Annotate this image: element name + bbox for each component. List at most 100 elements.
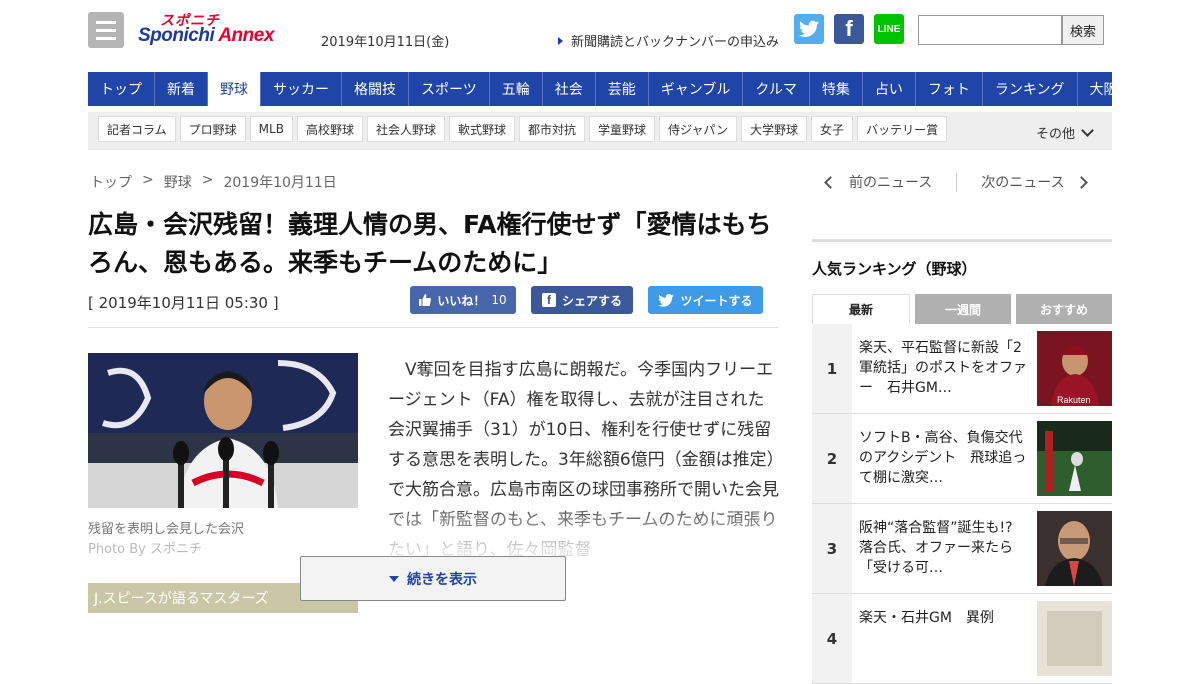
subnav-item[interactable]: プロ野球 [179,116,246,142]
ranking-thumbnail[interactable] [1037,511,1112,586]
ranking-thumbnail[interactable]: Rakuten [1037,331,1112,406]
tweet-button[interactable]: ツイートする [648,286,763,314]
ranking-tab[interactable]: おすすめ [1016,294,1112,324]
like-count: 10 [491,293,507,307]
ranking-tab[interactable]: 一週間 [915,294,1011,324]
ranking-number: 3 [812,504,852,593]
chevron-left-icon [824,175,837,189]
facebook-icon: f [541,293,556,307]
ranking-number: 1 [812,324,852,413]
photo-caption: 残留を表明し会見した会沢 [88,522,245,537]
share-label: シェアする [561,293,622,308]
nav-tab[interactable]: クルマ [743,72,810,106]
sub-nav: 記者コラム プロ野球 MLB 高校野球 社会人野球 軟式野球 都市対抗 学童野球 侍ジャパン 大学… [88,112,1112,150]
subnav-item[interactable]: 学童野球 [589,116,656,142]
facebook-share-button[interactable]: f シェアする [531,286,633,314]
nav-tab[interactable]: サッカー [261,72,342,106]
line-icon[interactable]: LINE [874,14,904,44]
subnav-more-button[interactable]: その他 [1036,123,1094,142]
ranking-list: 1 楽天、平石監督に新設「2軍統括」のポストをオファー 石井GM… Rakuten 2… [812,324,1112,684]
ranking-headline[interactable]: 楽天・石井GM 異例 [852,594,1030,683]
sidebar-divider [812,239,1112,242]
search-input[interactable] [918,15,1062,45]
breadcrumb-sep: > [142,172,154,188]
nav-tab[interactable]: スポーツ [409,72,490,106]
subnav-item[interactable]: 女子 [811,116,854,142]
breadcrumb-sep: > [201,172,214,188]
player-photo-illustration [88,353,358,508]
article-headline: 広島・会沢残留！義理人情の男、FA権行使せず「愛情はもちろん、恩もある。来季もチ… [88,210,772,277]
next-news-link[interactable]: 次のニュース [981,172,1064,192]
like-button[interactable]: いいね！ 10 [410,286,516,314]
nav-tab[interactable]: フォト [916,72,983,106]
menu-icon[interactable] [88,12,124,48]
read-more-label: 続きを表示 [407,571,477,588]
ranking-tab[interactable]: 最新 [812,294,910,324]
ranking-item[interactable]: 1 楽天、平石監督に新設「2軍統括」のポストをオファー 石井GM… Rakuten [812,324,1112,414]
article-photo[interactable] [88,353,358,508]
subnav-item[interactable]: 軟式野球 [448,116,515,142]
subnav-item[interactable]: 大学野球 [741,116,808,142]
nav-tab[interactable]: 野球 [208,72,261,112]
ranking-headline[interactable]: 楽天、平石監督に新設「2軍統括」のポストをオファー 石井GM… [852,324,1030,413]
nav-tab[interactable]: ランキング [983,72,1078,106]
photo-credit: Photo By スポニチ [88,542,202,557]
read-more-button[interactable]: 続きを表示 [300,556,566,601]
ranking-headline[interactable]: 阪神“落合監督”誕生も!? 落合氏、オファー来たら「受ける可… [852,504,1030,593]
subnav-item[interactable]: 都市対抗 [518,116,585,142]
subscribe-label: 新聞購読とバックナンバーの申込み [571,35,780,50]
nav-tab[interactable]: トップ [88,72,155,106]
ranking-thumbnail[interactable] [1037,601,1112,676]
tweet-label: ツイートする [680,293,753,308]
arrow-right-icon [558,36,563,45]
subnav-item[interactable]: 社会人野球 [366,116,445,142]
thumbs-up-icon [419,294,432,306]
facebook-icon[interactable]: f [834,14,864,44]
breadcrumb-date[interactable]: 2019年10月11日 [223,172,336,192]
like-label: いいね！ [437,293,486,308]
ranking-headline[interactable]: ソフトB・高谷、負傷交代のアクシデント 飛球追って棚に激突… [852,414,1030,503]
logo-text: Sponichi [138,25,215,46]
prev-next-nav: 前のニュース 次のニュース [824,172,1088,192]
chevron-down-icon [1081,124,1094,137]
ranking-tabs: 最新 一週間 おすすめ [812,294,1112,324]
nav-tab[interactable]: 大阪 [1078,72,1130,106]
twitter-icon [658,293,675,307]
ranking-title: 人気ランキング（野球） [812,260,977,278]
subnav-item[interactable]: バッテリー賞 [857,116,948,142]
search-button[interactable]: 検索 [1062,15,1104,45]
divider [956,172,958,192]
subnav-item[interactable]: MLB [249,116,293,142]
subnav-item[interactable]: 記者コラム [98,116,176,142]
subnav-item[interactable]: 侍ジャパン [659,116,738,142]
chevron-right-icon [1074,175,1088,189]
nav-tab[interactable]: 占い [863,72,916,106]
ranking-item[interactable]: 3 阪神“落合監督”誕生も!? 落合氏、オファー来たら「受ける可… [812,504,1112,594]
twitter-icon[interactable] [794,14,824,44]
subscribe-link[interactable]: 新聞購読とバックナンバーの申込み [558,31,779,50]
nav-tab[interactable]: 新着 [155,72,208,106]
nav-tab[interactable]: ギャンブル [649,72,744,106]
site-logo[interactable]: Sponichi Annex [138,25,274,47]
ranking-thumbnail[interactable] [1037,421,1112,496]
logo-annex: Annex [218,25,274,46]
ranking-item[interactable]: 2 ソフトB・高谷、負傷交代のアクシデント 飛球追って棚に激突… [812,414,1112,504]
triangle-down-icon [389,575,399,582]
nav-tab[interactable]: 格闘技 [342,72,409,106]
svg-text:Rakuten: Rakuten [1057,395,1091,405]
breadcrumb: トップ > 野球 > 2019年10月11日 [90,172,337,192]
nav-tab[interactable]: 特集 [810,72,863,106]
subnav-item[interactable]: 高校野球 [296,116,363,142]
nav-tab[interactable]: 社会 [543,72,596,106]
breadcrumb-baseball[interactable]: 野球 [164,172,192,192]
ranking-item[interactable]: 4 楽天・石井GM 異例 [812,594,1112,684]
divider [88,327,778,328]
article-timestamp: [ 2019年10月11日 05:30 ] [88,294,279,312]
header-date: 2019年10月11日(金) [321,35,450,50]
nav-tab[interactable]: 芸能 [596,72,649,106]
prev-news-link[interactable]: 前のニュース [849,172,932,192]
main-nav: トップ 新着 野球 サッカー 格闘技 スポーツ 五輪 社会 芸能 ギャンブル クルマ 特集 占い フォトラ… [88,72,1118,112]
nav-tab[interactable]: 五輪 [490,72,543,106]
ranking-number: 2 [812,414,852,503]
breadcrumb-top[interactable]: トップ [90,172,132,192]
